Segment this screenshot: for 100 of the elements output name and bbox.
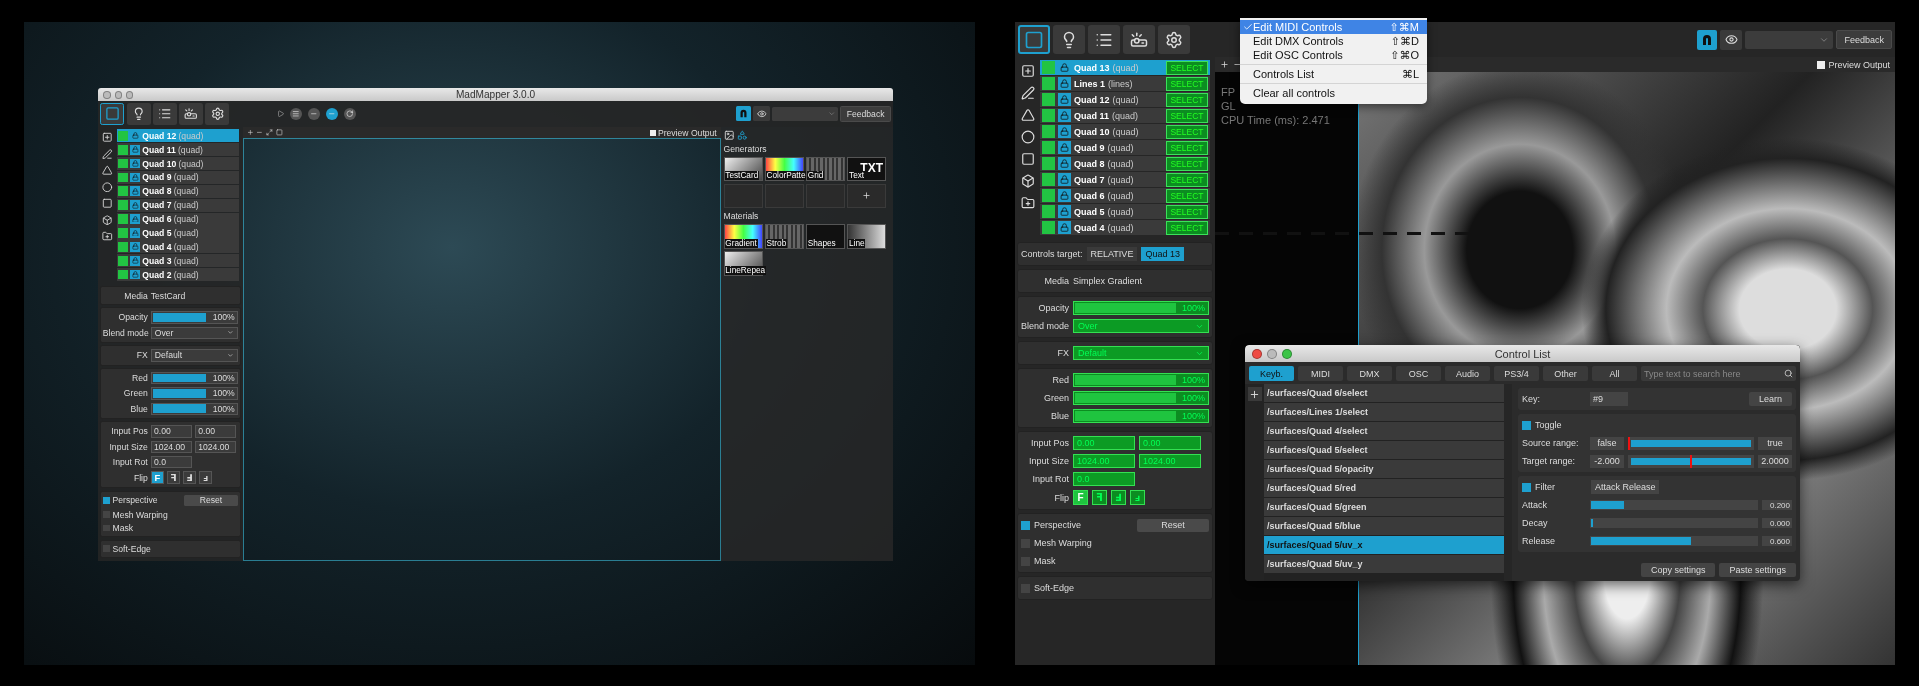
surface-row[interactable]: Quad 7 (quad) SELECT: [1040, 172, 1210, 187]
lock-toggle[interactable]: [130, 228, 140, 238]
checkbox[interactable]: [649, 129, 656, 136]
lock-toggle[interactable]: [1058, 109, 1071, 122]
tab[interactable]: All: [1592, 366, 1637, 381]
lock-toggle[interactable]: [1058, 93, 1071, 106]
add-square-icon[interactable]: [1020, 64, 1035, 78]
tab[interactable]: MIDI: [1298, 366, 1343, 381]
lock-toggle[interactable]: [1058, 157, 1071, 170]
control-item[interactable]: /surfaces/Quad 5/opacity: [1264, 460, 1504, 478]
menu-item[interactable]: Edit DMX Controls ⇧⌘D: [1240, 34, 1427, 48]
lock-toggle[interactable]: [1058, 141, 1071, 154]
lock-toggle[interactable]: [130, 269, 140, 280]
filter-dropdown[interactable]: Attack Release: [1591, 480, 1659, 494]
checkbox[interactable]: [1817, 60, 1826, 69]
visibility-toggle[interactable]: [1042, 157, 1055, 170]
magnet-button[interactable]: [736, 106, 752, 122]
visibility-toggle[interactable]: [1042, 125, 1055, 138]
visibility-toggle[interactable]: [1042, 189, 1055, 202]
tab[interactable]: PS3/4: [1494, 366, 1539, 381]
tab[interactable]: Audio: [1445, 366, 1490, 381]
param-slider[interactable]: [1590, 518, 1758, 528]
visibility-toggle[interactable]: [118, 158, 128, 169]
visibility-toggle[interactable]: [1042, 109, 1055, 122]
settings-button[interactable]: [205, 103, 230, 125]
surface-row[interactable]: Quad 11 (quad): [116, 143, 239, 157]
lock-toggle[interactable]: [130, 144, 140, 155]
lightbulb-button[interactable]: [1053, 25, 1085, 54]
lock-toggle[interactable]: [1058, 61, 1071, 74]
visibility-toggle[interactable]: [1042, 205, 1055, 218]
search-icon[interactable]: [1784, 369, 1793, 378]
lock-toggle[interactable]: [1058, 221, 1071, 234]
thumbnail[interactable]: ColorPatte: [764, 156, 804, 182]
surface-mode-button[interactable]: [100, 103, 125, 125]
scrollbar[interactable]: [1504, 384, 1512, 581]
settings-button[interactable]: Paste settings: [1719, 563, 1796, 577]
checkbox[interactable]: [102, 524, 110, 532]
surface-row[interactable]: Quad 10 (quad) SELECT: [1040, 124, 1210, 139]
add-line-icon[interactable]: [1020, 86, 1035, 100]
control-item[interactable]: /surfaces/Quad 5/select: [1264, 441, 1504, 459]
minus-button[interactable]: [308, 107, 320, 120]
surface-row[interactable]: Quad 6 (quad) SELECT: [1040, 188, 1210, 203]
settings-button[interactable]: Copy settings: [1640, 563, 1716, 577]
close-button[interactable]: [1252, 349, 1262, 359]
input-field[interactable]: 0.00: [195, 425, 237, 438]
rotate-button[interactable]: [344, 107, 356, 120]
surface-row[interactable]: Quad 5 (quad): [116, 226, 239, 240]
input-field[interactable]: 0.0: [150, 455, 192, 469]
control-item[interactable]: /surfaces/Lines 1/select: [1264, 403, 1504, 421]
input-field[interactable]: 0.00: [150, 425, 192, 438]
visibility-toggle[interactable]: [118, 200, 128, 211]
menu-item[interactable]: Controls List ⌘L: [1240, 67, 1427, 81]
visibility-toggle[interactable]: [1042, 77, 1055, 90]
lock-toggle[interactable]: [130, 255, 140, 266]
visibility-toggle[interactable]: [1042, 173, 1055, 186]
surface-row[interactable]: Quad 2 (quad): [116, 268, 239, 282]
key-field[interactable]: #9: [1590, 392, 1628, 406]
search-field[interactable]: Type text to search here: [1641, 366, 1796, 381]
lock-toggle[interactable]: [130, 130, 140, 141]
surface-row[interactable]: Quad 3 (quad): [116, 254, 239, 268]
lock-toggle[interactable]: [1058, 205, 1071, 218]
checkbox[interactable]: [1522, 420, 1531, 430]
input-field[interactable]: 1024.00: [150, 440, 192, 453]
visibility-toggle[interactable]: [118, 144, 128, 155]
zoom-button[interactable]: [125, 91, 134, 99]
add-circle-icon[interactable]: [1020, 130, 1035, 144]
tab[interactable]: OSC: [1396, 366, 1441, 381]
surface-row[interactable]: Lines 1 (lines) SELECT: [1040, 76, 1210, 91]
surface-row[interactable]: Quad 6 (quad): [116, 212, 239, 226]
reset-button[interactable]: Reset: [1137, 518, 1209, 532]
cube-icon[interactable]: [1020, 174, 1035, 188]
add-button[interactable]: [1247, 387, 1262, 401]
lock-toggle[interactable]: [130, 186, 140, 197]
flip-button[interactable]: ⅎ: [199, 471, 213, 485]
surface-row[interactable]: Quad 11 (quad) SELECT: [1040, 108, 1210, 123]
control-item[interactable]: /surfaces/Quad 5/blue: [1264, 517, 1504, 535]
close-button[interactable]: [103, 91, 111, 99]
lock-toggle[interactable]: [1058, 77, 1071, 90]
input-field[interactable]: 1024.00: [195, 440, 237, 453]
feedback-button[interactable]: Feedback: [1836, 30, 1892, 49]
lock-toggle[interactable]: [1058, 173, 1071, 186]
learn-button[interactable]: Learn: [1748, 392, 1792, 406]
control-item[interactable]: /surfaces/Quad 5/uv_y: [1264, 555, 1504, 573]
minimize-button[interactable]: [1267, 349, 1277, 359]
plus-icon[interactable]: [1220, 60, 1229, 69]
checkbox[interactable]: [102, 497, 110, 504]
folder-plus-icon[interactable]: [1020, 196, 1035, 210]
surface-row[interactable]: Quad 10 (quad): [116, 157, 239, 171]
tab[interactable]: DMX: [1347, 366, 1392, 381]
surface-row[interactable]: Quad 4 (quad): [116, 240, 239, 254]
minus-button[interactable]: [326, 107, 338, 120]
fx-dropdown[interactable]: Default: [150, 349, 238, 362]
zoom-button[interactable]: [1282, 349, 1292, 359]
visibility-toggle[interactable]: [1042, 93, 1055, 106]
control-item[interactable]: /surfaces/Quad 5/uv_x: [1264, 536, 1504, 554]
checkbox[interactable]: [1021, 520, 1030, 530]
reset-button[interactable]: Reset: [184, 494, 238, 507]
visibility-toggle[interactable]: [1042, 221, 1055, 234]
menu-item[interactable]: Edit OSC Controls ⇧⌘O: [1240, 48, 1427, 62]
menu-button[interactable]: [290, 107, 302, 120]
